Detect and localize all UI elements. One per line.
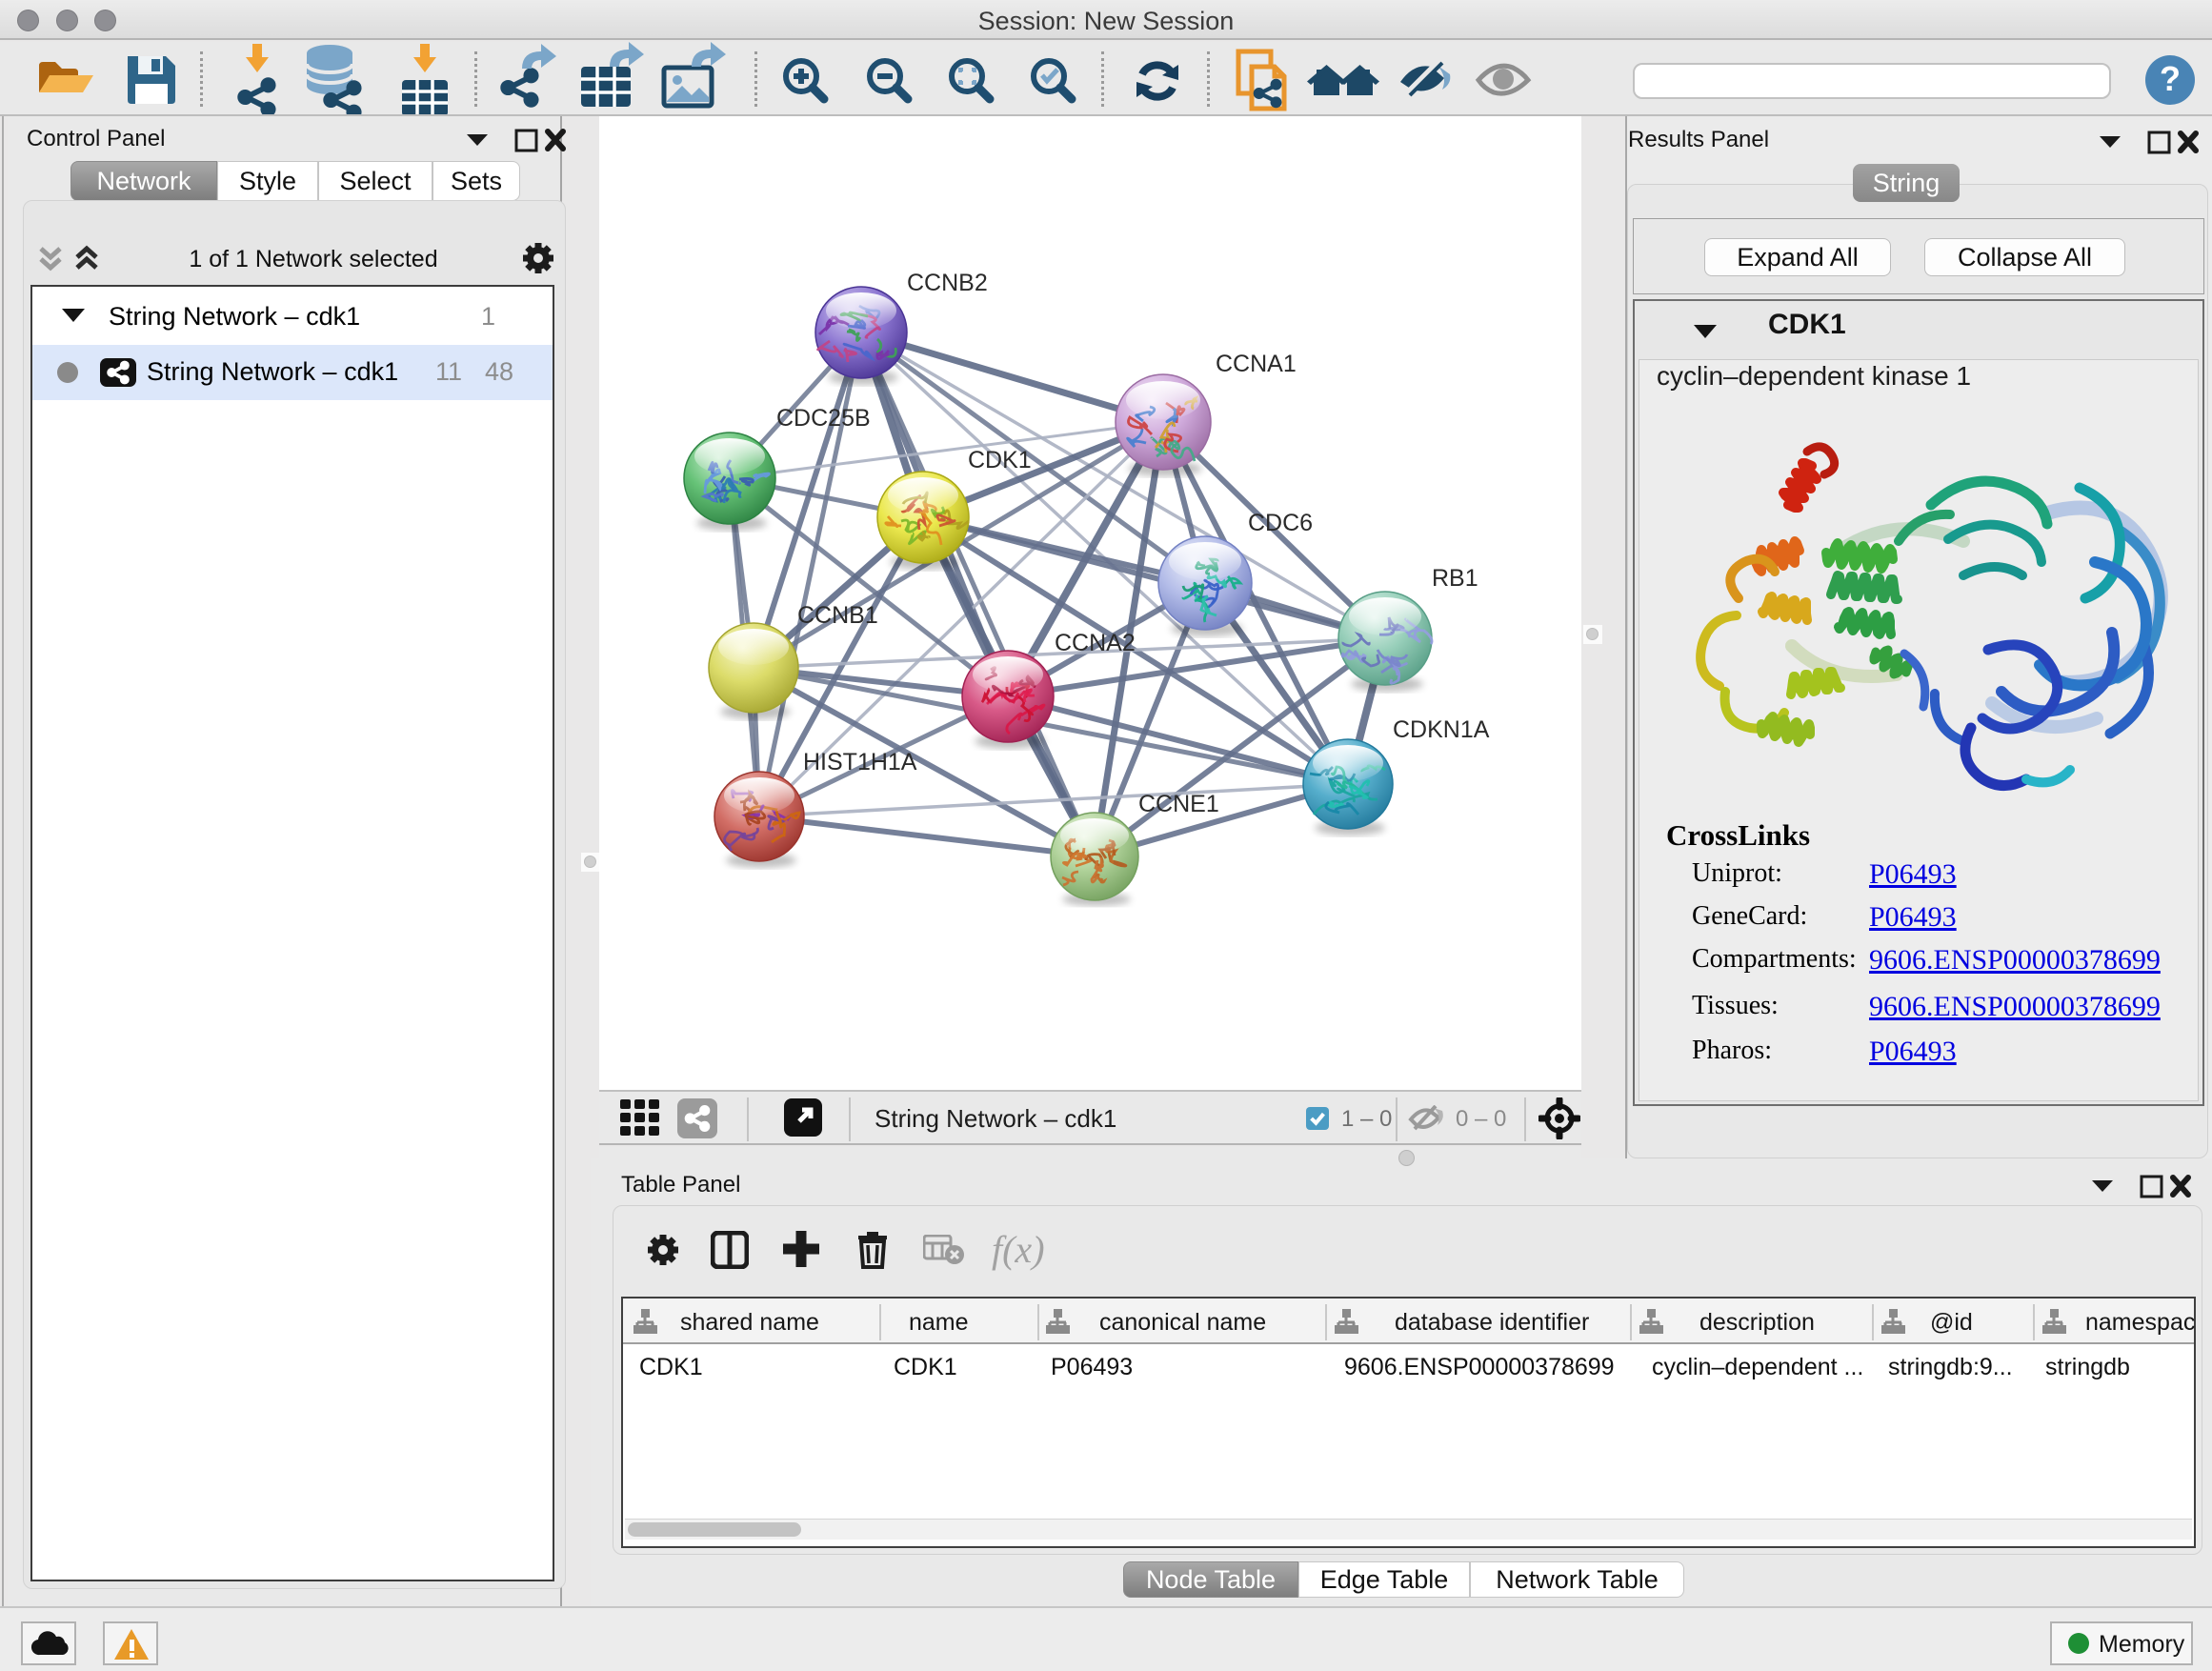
svg-text:CDC6: CDC6 [1248,510,1313,536]
svg-text:CCNB2: CCNB2 [907,270,988,296]
svg-text:CCNA2: CCNA2 [1055,630,1136,656]
svg-text:CCNB1: CCNB1 [797,602,878,629]
svg-text:CDKN1A: CDKN1A [1393,716,1490,743]
svg-text:CDK1: CDK1 [968,447,1032,473]
svg-text:CDC25B: CDC25B [776,405,871,432]
svg-text:RB1: RB1 [1432,565,1478,592]
svg-text:CCNE1: CCNE1 [1138,791,1219,817]
svg-text:CCNA1: CCNA1 [1216,351,1297,377]
svg-text:HIST1H1A: HIST1H1A [803,749,917,775]
